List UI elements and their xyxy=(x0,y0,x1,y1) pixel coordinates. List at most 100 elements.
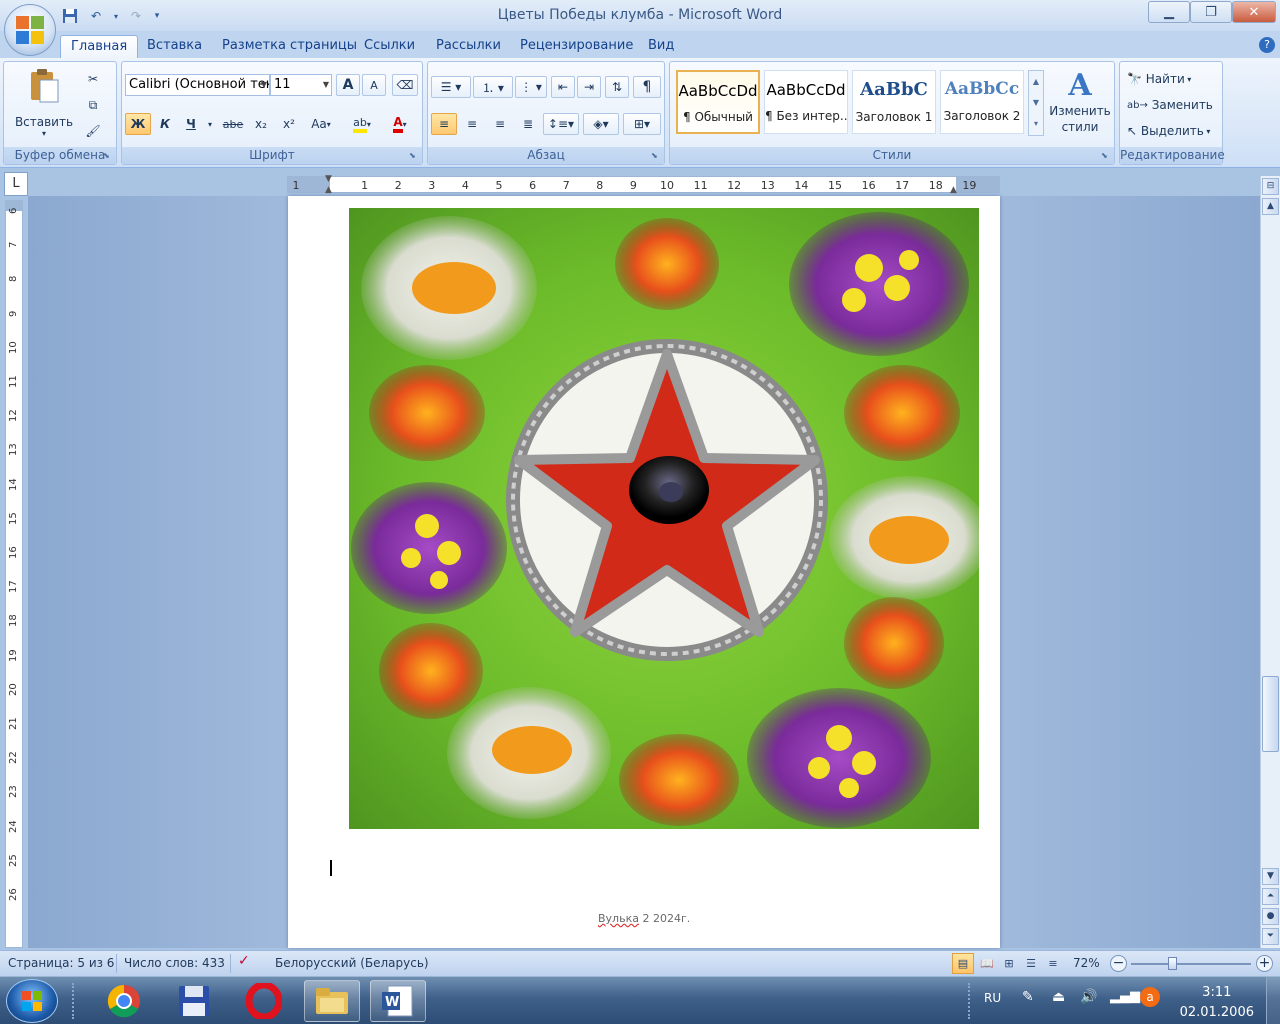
multilevel-list-icon[interactable]: ⋮ ▾ xyxy=(515,76,547,98)
paragraph-launcher-icon[interactable]: ⬊ xyxy=(651,151,661,161)
previous-page-icon[interactable]: ⏶ xyxy=(1262,888,1279,905)
left-indent-icon[interactable]: ▲ xyxy=(325,185,332,195)
tab-view[interactable]: Вид xyxy=(638,35,684,59)
copy-icon[interactable]: ⧉ xyxy=(82,94,104,116)
strikethrough-button[interactable]: abe xyxy=(220,113,246,135)
tab-insert[interactable]: Вставка xyxy=(137,35,212,59)
web-layout-icon[interactable]: ⊞ xyxy=(998,953,1020,974)
save-app-taskbar-icon[interactable] xyxy=(166,980,222,1022)
print-layout-icon[interactable]: ▤ xyxy=(952,953,974,974)
vertical-scrollbar[interactable]: ⊟ ▲ ▼ ⏶ ● ⏷ xyxy=(1260,176,1280,948)
status-word-count[interactable]: Число слов: 433 xyxy=(124,956,225,970)
underline-dropdown-icon[interactable]: ▾ xyxy=(205,113,215,135)
find-button[interactable]: 🔭 Найти ▾ xyxy=(1126,68,1216,90)
scroll-up-icon[interactable]: ▲ xyxy=(1262,198,1279,215)
cut-icon[interactable]: ✂ xyxy=(82,68,104,90)
zoom-level[interactable]: 72% xyxy=(1073,956,1100,970)
subscript-button[interactable]: x₂ xyxy=(248,113,274,135)
document-page[interactable]: Вулька 2 2024г. xyxy=(288,196,1000,948)
input-language[interactable]: RU xyxy=(984,991,1001,1005)
tab-selector-button[interactable]: L xyxy=(4,172,28,196)
italic-button[interactable]: К xyxy=(153,113,177,135)
draft-view-icon[interactable]: ≡ xyxy=(1042,953,1064,974)
format-painter-icon[interactable]: 🖌 xyxy=(82,120,104,142)
clear-formatting-icon[interactable]: ⌫ xyxy=(392,74,418,96)
increase-indent-icon[interactable]: ⇥ xyxy=(577,76,601,98)
status-language[interactable]: Белорусский (Беларусь) xyxy=(275,956,429,970)
zoom-in-button[interactable]: + xyxy=(1256,955,1273,972)
right-indent-icon[interactable]: ▲ xyxy=(950,185,957,195)
font-launcher-icon[interactable]: ⬊ xyxy=(409,151,419,161)
tab-page-layout[interactable]: Разметка страницы xyxy=(212,35,367,59)
decrease-indent-icon[interactable]: ⇤ xyxy=(551,76,575,98)
tab-home[interactable]: Главная xyxy=(60,35,139,59)
zoom-slider-thumb[interactable] xyxy=(1168,957,1178,970)
maximize-button[interactable]: ❐ xyxy=(1190,1,1232,23)
replace-button[interactable]: ab→ Заменить xyxy=(1126,94,1216,116)
superscript-button[interactable]: x² xyxy=(276,113,302,135)
font-color-button[interactable]: A ▾ xyxy=(382,113,418,135)
scroll-thumb[interactable] xyxy=(1262,676,1279,752)
shrink-font-button[interactable]: A xyxy=(362,74,386,96)
view-ruler-icon[interactable]: ⊟ xyxy=(1262,178,1279,195)
volume-icon[interactable]: 🔊 xyxy=(1080,989,1097,1005)
align-right-icon[interactable]: ≡ xyxy=(487,113,513,135)
style-heading-2[interactable]: AaBbCc Заголовок 2 xyxy=(940,70,1024,134)
tab-references[interactable]: Ссылки xyxy=(354,35,425,59)
vertical-ruler[interactable]: 6 7 8 9 10 11 12 13 14 15 16 17 18 19 20 21 22 23 24 25 26 xyxy=(5,200,23,948)
tab-mailings[interactable]: Рассылки xyxy=(426,35,511,59)
scroll-down-icon[interactable]: ▼ xyxy=(1262,868,1279,885)
clock[interactable]: 3:11 02.01.2006 xyxy=(1180,983,1254,1023)
word-taskbar-icon[interactable]: W xyxy=(370,980,426,1022)
justify-icon[interactable]: ≣ xyxy=(515,113,541,135)
avast-icon[interactable]: a xyxy=(1140,987,1160,1007)
style-heading-1[interactable]: AaBbC Заголовок 1 xyxy=(852,70,936,134)
borders-icon[interactable]: ⊞▾ xyxy=(623,113,661,135)
line-spacing-icon[interactable]: ↕≡▾ xyxy=(543,113,579,135)
browse-object-icon[interactable]: ● xyxy=(1262,908,1279,925)
shading-icon[interactable]: ◈▾ xyxy=(583,113,619,135)
numbering-icon[interactable]: ⒈ ▾ xyxy=(473,76,513,98)
clipboard-launcher-icon[interactable]: ⬊ xyxy=(103,151,113,161)
change-case-button[interactable]: Aa ▾ xyxy=(304,113,338,135)
align-left-icon[interactable]: ≡ xyxy=(431,113,457,135)
show-desktop-button[interactable] xyxy=(1266,977,1280,1024)
chrome-taskbar-icon[interactable] xyxy=(96,980,152,1022)
safely-remove-icon[interactable]: ⏏ xyxy=(1052,989,1065,1005)
full-screen-reading-icon[interactable]: 📖 xyxy=(976,953,998,974)
sort-icon[interactable]: ⇅ xyxy=(605,76,629,98)
horizontal-ruler[interactable]: ▼ ▲ ▲ 1 1 2 3 4 5 6 7 8 9 10 11 12 13 14 15 16 17 18 19 xyxy=(287,174,1000,195)
explorer-taskbar-icon[interactable] xyxy=(304,980,360,1022)
outline-view-icon[interactable]: ☰ xyxy=(1020,953,1042,974)
change-styles-button[interactable]: A Изменить стили xyxy=(1048,68,1112,144)
zoom-out-button[interactable]: − xyxy=(1110,955,1127,972)
close-button[interactable]: ✕ xyxy=(1232,1,1276,23)
show-marks-button[interactable]: ¶ xyxy=(633,76,661,98)
font-name-combo[interactable]: Calibri (Основной тек ▼ xyxy=(125,74,270,96)
zoom-slider[interactable] xyxy=(1131,957,1251,970)
tab-review[interactable]: Рецензирование xyxy=(510,35,643,59)
font-size-combo[interactable]: 11 ▼ xyxy=(270,74,332,96)
proofing-icon[interactable]: ✓ xyxy=(238,953,250,969)
paste-button[interactable]: Вставить ▾ xyxy=(14,68,74,144)
style-normal[interactable]: AaBbCcDd ¶ Обычный xyxy=(676,70,760,134)
styles-launcher-icon[interactable]: ⬊ xyxy=(1101,151,1111,161)
bold-button[interactable]: Ж xyxy=(125,113,151,135)
network-icon[interactable]: ▂▄▆ xyxy=(1110,989,1140,1004)
minimize-button[interactable]: ▁ xyxy=(1148,1,1190,23)
style-no-spacing[interactable]: AaBbCcDd ¶ Без интер... xyxy=(764,70,848,134)
styles-scroll-icon[interactable]: ▲ ▼ ▾ xyxy=(1028,70,1044,136)
first-line-indent-icon[interactable]: ▼ xyxy=(325,174,332,184)
align-center-icon[interactable]: ≡ xyxy=(459,113,485,135)
help-icon[interactable]: ? xyxy=(1259,37,1275,53)
bullets-icon[interactable]: ☰ ▾ xyxy=(431,76,471,98)
status-page[interactable]: Страница: 5 из 6 xyxy=(8,956,114,970)
opera-taskbar-icon[interactable] xyxy=(236,980,292,1022)
next-page-icon[interactable]: ⏷ xyxy=(1262,928,1279,945)
flowerbed-image[interactable] xyxy=(349,208,979,829)
office-button[interactable] xyxy=(4,4,56,56)
underline-button[interactable]: Ч xyxy=(179,113,203,135)
start-button[interactable] xyxy=(6,979,58,1023)
grow-font-button[interactable]: A xyxy=(336,74,360,96)
highlight-button[interactable]: ab ▾ xyxy=(344,113,380,135)
